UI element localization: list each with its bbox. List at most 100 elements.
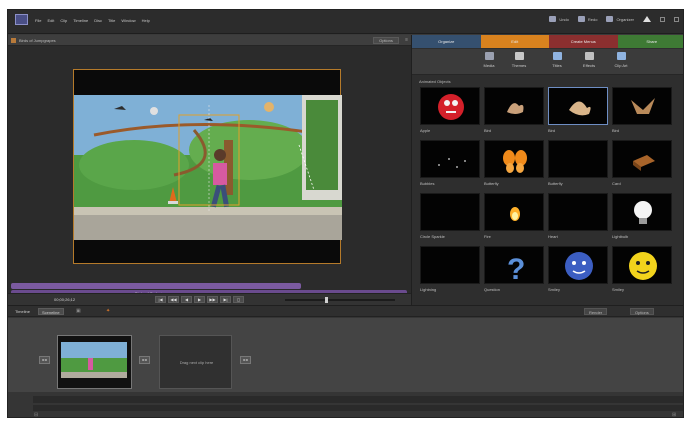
menu-right-group: Undo Redo Organizer <box>549 16 679 22</box>
clip-art-label: Apple <box>420 128 431 133</box>
clip-art-item[interactable]: Smiley <box>612 246 672 292</box>
tab-edit[interactable]: Edit <box>480 35 549 48</box>
redo-button[interactable]: Redo <box>577 16 598 22</box>
clip-art-item[interactable]: Fire <box>484 193 544 239</box>
clip-art-label: Bird <box>612 128 620 133</box>
clip-art-item[interactable]: ? Question <box>484 246 544 292</box>
rewind-button[interactable]: ◀◀ <box>168 296 179 303</box>
scene-clip[interactable] <box>57 335 132 389</box>
clip-art-item[interactable]: Circle Sparkle <box>420 193 480 239</box>
clip-art-label: Card <box>612 181 621 186</box>
organizer-button[interactable]: Organizer <box>606 16 634 22</box>
clip-art-item[interactable]: Lightning <box>420 246 480 292</box>
drop-zone[interactable]: Drag next clip here <box>159 335 232 389</box>
clip-art-item[interactable]: Butterfly <box>548 140 608 186</box>
undo-button[interactable]: Undo <box>549 16 569 22</box>
menu-window[interactable]: Window <box>121 18 135 23</box>
clip-art-label: Smiley <box>612 287 625 292</box>
clip-art-label: Butterfly <box>484 181 499 186</box>
edit-tools-bar: Media Themes Titles Effects Clip Art <box>412 49 683 75</box>
tool-icon[interactable]: ✦ <box>106 308 110 314</box>
monitor-panel: Birds of Jumpgrapes Options ≡ <box>8 35 411 301</box>
effects-tool-label: Effects <box>582 63 596 68</box>
sceneline-track: ▸◂ ▸◂ Drag next clip here ▸◂ <box>8 318 683 392</box>
clip-art-item[interactable]: Heart <box>548 193 608 239</box>
home-icon[interactable] <box>643 16 651 22</box>
smiley-blue-icon <box>548 246 608 284</box>
audio-track[interactable] <box>33 396 683 403</box>
video-frame <box>74 95 342 240</box>
transition-slot-icon[interactable]: ▸◂ <box>139 356 150 364</box>
zoom-out-icon[interactable]: ⊟ <box>34 412 38 417</box>
clip-art-tool-label: Clip Art <box>614 63 628 68</box>
clip-art-item[interactable]: Apple <box>420 87 480 133</box>
clip-art-tool-button[interactable]: Clip Art <box>610 52 632 68</box>
menu-clip[interactable]: Clip <box>60 18 67 23</box>
options-menu-button[interactable]: Options <box>630 308 654 315</box>
themes-icon <box>514 52 524 60</box>
clip-art-item[interactable]: Smiley <box>548 246 608 292</box>
clip-art-item[interactable]: Bird <box>612 87 672 133</box>
step-back-button[interactable]: ◀ <box>181 296 192 303</box>
clip-art-label: Heart <box>548 234 558 239</box>
apple-art-icon <box>420 87 480 125</box>
scrub-slider[interactable] <box>285 297 395 303</box>
media-tool-button[interactable]: Media <box>478 52 500 68</box>
transition-slot-icon[interactable]: ▸◂ <box>39 356 50 364</box>
question-icon: ? <box>484 246 544 284</box>
effects-tool-button[interactable]: Effects <box>578 52 600 68</box>
go-to-end-button[interactable]: ▶| <box>220 296 231 303</box>
clip-art-label: Circle Sparkle <box>420 234 445 239</box>
project-icon <box>11 38 16 43</box>
menu-help[interactable]: Help <box>142 18 150 23</box>
drop-zone-text: Drag next clip here <box>179 360 214 365</box>
titles-tool-button[interactable]: Titles <box>546 52 568 68</box>
clip-art-label: Smiley <box>548 287 561 292</box>
timecode-display[interactable]: 00;00;26;12 <box>54 297 75 302</box>
scrub-handle[interactable] <box>325 297 328 303</box>
effects-icon <box>584 52 594 60</box>
redo-label: Redo <box>587 16 598 22</box>
tab-create-menus[interactable]: Create Menus <box>549 35 618 48</box>
clip-art-label: Question <box>484 287 501 292</box>
panel-menu-icon[interactable]: ≡ <box>405 37 408 43</box>
fast-forward-button[interactable]: ▶▶ <box>207 296 218 303</box>
menu-file[interactable]: File <box>35 18 41 23</box>
workspace-tabs: Organize Edit Create Menus Share <box>412 35 683 48</box>
bird-2-icon <box>548 87 608 125</box>
titles-tool-label: Titles <box>552 63 562 68</box>
clip-bar-segment[interactable] <box>11 283 301 289</box>
menu-timeline[interactable]: Timeline <box>73 18 88 23</box>
options-button[interactable]: Options <box>373 37 399 44</box>
lightning-icon <box>420 246 480 284</box>
clip-art-item[interactable]: Butterfly <box>484 140 544 186</box>
marker-icon[interactable]: ▣ <box>76 308 81 314</box>
render-button[interactable]: Render <box>584 308 608 315</box>
narration-track[interactable] <box>33 405 683 411</box>
clip-art-item[interactable]: Bird <box>548 87 608 133</box>
tab-organize[interactable]: Organize <box>412 35 481 48</box>
tab-timeline[interactable]: Timeline <box>12 308 33 315</box>
video-monitor[interactable] <box>73 69 342 264</box>
play-button[interactable]: ▶ <box>194 296 205 303</box>
sceneline-panel: Timeline Sceneline ▣ ✦ Render Options ▸◂… <box>8 305 683 417</box>
tab-sceneline[interactable]: Sceneline <box>38 308 64 315</box>
minimize-icon[interactable] <box>660 16 665 22</box>
tab-share[interactable]: Share <box>617 35 683 48</box>
clip-art-item[interactable]: Card <box>612 140 672 186</box>
transition-slot-icon[interactable]: ▸◂ <box>240 356 251 364</box>
menu-title[interactable]: Title <box>108 18 115 23</box>
go-to-start-button[interactable]: |◀ <box>155 296 166 303</box>
clip-art-label: Bubbles <box>420 181 435 186</box>
clip-art-item[interactable]: Lightbulb <box>612 193 672 239</box>
stop-button[interactable]: ◻ <box>233 296 244 303</box>
clip-art-item[interactable]: Bubbles <box>420 140 480 186</box>
clip-art-item[interactable]: Bird <box>484 87 544 133</box>
menu-disc[interactable]: Disc <box>94 18 102 23</box>
close-icon[interactable] <box>674 16 679 22</box>
menu-edit[interactable]: Edit <box>47 18 54 23</box>
zoom-in-icon[interactable]: ⊞ <box>672 412 676 417</box>
video-frame-image <box>74 95 342 240</box>
themes-tool-button[interactable]: Themes <box>508 52 530 68</box>
undo-icon <box>549 16 557 22</box>
